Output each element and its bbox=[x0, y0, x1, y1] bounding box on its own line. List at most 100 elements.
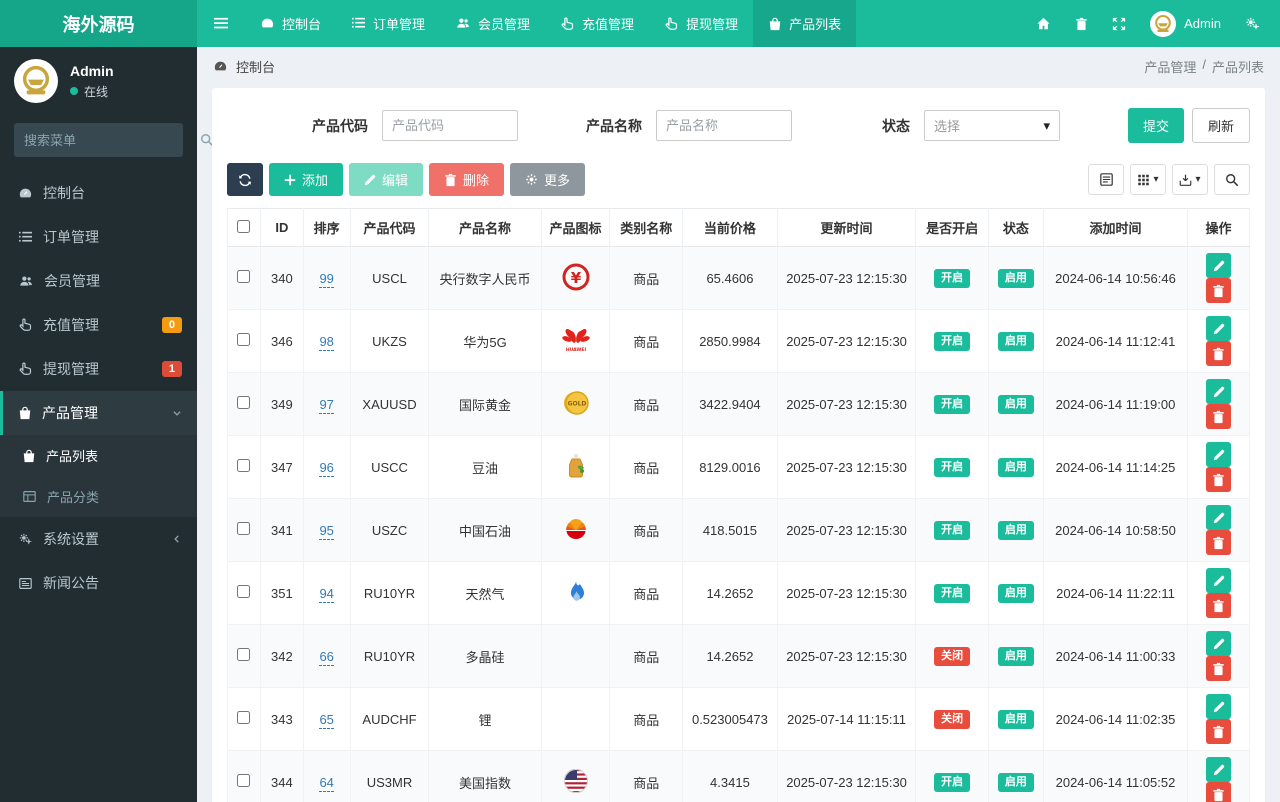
breadcrumb-parent[interactable]: 产品管理 bbox=[1144, 57, 1196, 76]
export-button[interactable]: ▾ bbox=[1172, 164, 1208, 195]
sort-link[interactable]: 96 bbox=[319, 459, 334, 477]
row-checkbox[interactable] bbox=[237, 396, 251, 409]
nav-item-2[interactable]: 订单管理 bbox=[336, 0, 440, 47]
sidebar-item-7[interactable]: 系统设置 bbox=[0, 517, 197, 561]
more-button[interactable]: 更多 bbox=[510, 163, 586, 196]
product-code-input[interactable] bbox=[382, 110, 518, 141]
sort-link[interactable]: 66 bbox=[319, 648, 334, 666]
row-edit-button[interactable] bbox=[1206, 757, 1232, 782]
delete-button[interactable]: 删除 bbox=[429, 163, 505, 196]
row-delete-button[interactable] bbox=[1206, 719, 1232, 744]
product-name-input[interactable] bbox=[656, 110, 792, 141]
add-button[interactable]: 添加 bbox=[269, 163, 344, 196]
nav-item-4[interactable]: 充值管理 bbox=[545, 0, 649, 47]
nav-item-1[interactable]: 控制台 bbox=[245, 0, 336, 47]
nav-item-5[interactable]: 提现管理 bbox=[649, 0, 753, 47]
status-select[interactable]: 选择 ▾ bbox=[924, 110, 1060, 141]
sidebar-toggle-button[interactable] bbox=[197, 0, 245, 47]
row-delete-button[interactable] bbox=[1206, 593, 1232, 618]
sidebar-item-2[interactable]: 订单管理 bbox=[0, 215, 197, 259]
select-all-checkbox[interactable] bbox=[237, 219, 251, 233]
row-delete-button[interactable] bbox=[1206, 782, 1232, 802]
open-badge[interactable]: 关闭 bbox=[934, 646, 971, 666]
sort-link[interactable]: 97 bbox=[319, 396, 334, 414]
row-checkbox[interactable] bbox=[237, 333, 251, 346]
sidebar-item-5[interactable]: 提现管理 1 bbox=[0, 347, 197, 391]
refresh-button[interactable]: 刷新 bbox=[1191, 108, 1250, 143]
row-edit-button[interactable] bbox=[1206, 442, 1232, 467]
status-badge[interactable]: 启用 bbox=[997, 709, 1034, 729]
fullscreen-icon[interactable] bbox=[1112, 17, 1126, 31]
row-edit-button[interactable] bbox=[1206, 379, 1232, 404]
sort-link[interactable]: 64 bbox=[319, 774, 334, 792]
sort-link[interactable]: 65 bbox=[319, 711, 334, 729]
row-checkbox[interactable] bbox=[237, 459, 251, 472]
open-badge[interactable]: 开启 bbox=[934, 394, 971, 414]
row-delete-button[interactable] bbox=[1206, 278, 1232, 303]
row-delete-button[interactable] bbox=[1206, 404, 1232, 429]
row-checkbox[interactable] bbox=[237, 522, 251, 535]
user-menu[interactable]: Admin bbox=[1150, 10, 1221, 37]
cell-name: 国际黄金 bbox=[428, 372, 542, 436]
row-edit-button[interactable] bbox=[1206, 694, 1232, 719]
open-badge[interactable]: 开启 bbox=[934, 583, 971, 603]
reload-button[interactable] bbox=[227, 163, 263, 196]
row-checkbox[interactable] bbox=[237, 648, 251, 661]
status-badge[interactable]: 启用 bbox=[997, 331, 1034, 351]
row-delete-button[interactable] bbox=[1206, 467, 1232, 492]
status-badge[interactable]: 启用 bbox=[997, 646, 1034, 666]
nav-item-3[interactable]: 会员管理 bbox=[440, 0, 545, 47]
row-edit-button[interactable] bbox=[1206, 505, 1232, 530]
sidebar-item-1[interactable]: 控制台 bbox=[0, 171, 197, 215]
open-badge[interactable]: 关闭 bbox=[934, 709, 971, 729]
sidebar-item-4[interactable]: 充值管理 0 bbox=[0, 303, 197, 347]
status-badge[interactable]: 启用 bbox=[997, 772, 1034, 792]
search-input[interactable] bbox=[24, 132, 200, 148]
open-badge[interactable]: 开启 bbox=[934, 520, 971, 540]
sort-link[interactable]: 99 bbox=[319, 270, 334, 288]
columns-button[interactable]: ▾ bbox=[1130, 164, 1166, 195]
sidebar-item-3[interactable]: 会员管理 bbox=[0, 259, 197, 303]
sidebar-subitem-2[interactable]: 产品分类 bbox=[0, 476, 197, 517]
home-icon[interactable] bbox=[1036, 17, 1051, 31]
open-badge[interactable]: 开启 bbox=[934, 772, 971, 792]
trash-icon[interactable] bbox=[1075, 17, 1088, 31]
row-edit-button[interactable] bbox=[1206, 316, 1232, 341]
row-edit-button[interactable] bbox=[1206, 631, 1232, 656]
row-checkbox[interactable] bbox=[237, 270, 251, 283]
sort-link[interactable]: 95 bbox=[319, 522, 334, 540]
row-checkbox[interactable] bbox=[237, 585, 251, 598]
sidebar-item-label: 提现管理 bbox=[43, 361, 99, 377]
status-badge[interactable]: 启用 bbox=[997, 583, 1034, 603]
open-badge[interactable]: 开启 bbox=[934, 331, 971, 351]
open-badge[interactable]: 开启 bbox=[934, 457, 971, 477]
table-search-button[interactable] bbox=[1214, 164, 1250, 195]
sidebar-item-6[interactable]: 产品管理 bbox=[0, 391, 197, 435]
row-edit-button[interactable] bbox=[1206, 568, 1232, 593]
edit-button[interactable]: 编辑 bbox=[349, 163, 424, 196]
row-checkbox[interactable] bbox=[237, 774, 251, 787]
sidebar-subitem-1[interactable]: 产品列表 bbox=[0, 435, 197, 476]
cell-category: 商品 bbox=[609, 372, 683, 436]
submit-button[interactable]: 提交 bbox=[1127, 108, 1184, 143]
sidebar-item-8[interactable]: 新闻公告 bbox=[0, 561, 197, 605]
open-badge[interactable]: 开启 bbox=[934, 268, 971, 288]
sort-link[interactable]: 98 bbox=[319, 333, 334, 351]
sort-link[interactable]: 94 bbox=[319, 585, 334, 603]
row-edit-button[interactable] bbox=[1206, 253, 1232, 278]
pagination-toggle-button[interactable] bbox=[1088, 164, 1124, 195]
status-badge[interactable]: 启用 bbox=[997, 457, 1034, 477]
row-delete-button[interactable] bbox=[1206, 656, 1232, 681]
cell-category: 商品 bbox=[609, 498, 683, 562]
cell-icon bbox=[540, 435, 611, 499]
row-delete-button[interactable] bbox=[1206, 530, 1232, 555]
cell-category: 商品 bbox=[609, 687, 683, 751]
cell-added: 2024-06-14 11:19:00 bbox=[1042, 372, 1189, 436]
nav-item-6[interactable]: 产品列表 bbox=[753, 0, 857, 47]
settings-cogs-icon[interactable] bbox=[1245, 17, 1260, 31]
row-checkbox[interactable] bbox=[237, 711, 251, 724]
status-badge[interactable]: 启用 bbox=[997, 394, 1034, 414]
row-delete-button[interactable] bbox=[1206, 341, 1232, 366]
status-badge[interactable]: 启用 bbox=[997, 520, 1034, 540]
status-badge[interactable]: 启用 bbox=[997, 268, 1034, 288]
